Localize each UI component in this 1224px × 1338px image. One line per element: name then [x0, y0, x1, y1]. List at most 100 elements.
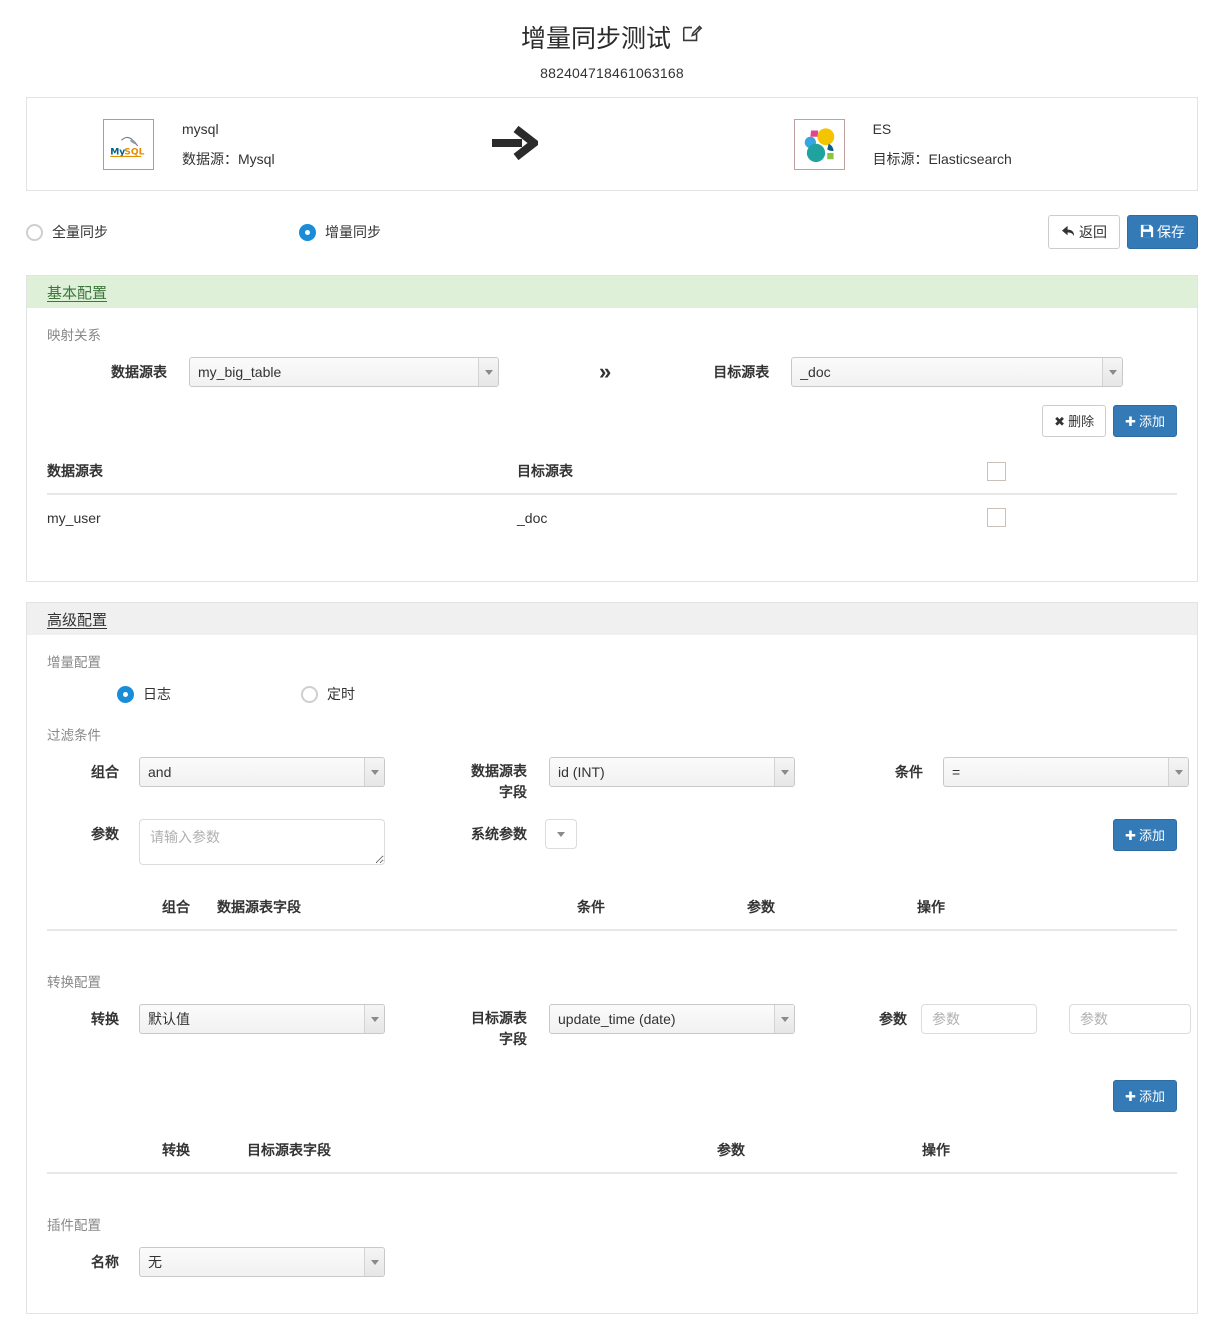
- system-param-dropdown[interactable]: [545, 819, 577, 849]
- col-transform-field: 目标源表字段: [247, 1130, 717, 1174]
- radio-full-sync-label: 全量同步: [52, 224, 108, 240]
- mapping-relation-label: 映射关系: [47, 328, 101, 343]
- select-all-checkbox[interactable]: [987, 461, 1006, 481]
- transform-param-label: 参数: [879, 1011, 907, 1027]
- col-filter-combine: 组合: [47, 887, 217, 931]
- transform-param2-input[interactable]: [1069, 1004, 1191, 1034]
- advanced-config-section: 高级配置 增量配置 日志 定时 过滤条件 组合 and 数据源表 字段 id (…: [26, 602, 1198, 1314]
- col-transform-action: 操作: [922, 1130, 1177, 1174]
- radio-log-circle[interactable]: [117, 685, 134, 703]
- filter-table: 组合 数据源表字段 条件 参数 操作: [47, 887, 1177, 931]
- radio-incremental-sync-circle[interactable]: [299, 223, 316, 241]
- filter-row-1: 组合 and 数据源表 字段 id (INT) 条件 =: [47, 757, 1189, 803]
- cell-source-table: my_user: [47, 509, 101, 526]
- filter-combine-label: 组合: [91, 764, 119, 780]
- source-table-select[interactable]: my_big_table: [189, 357, 499, 387]
- plugin-config-label: 插件配置: [47, 1218, 101, 1233]
- filter-field-select[interactable]: id (INT): [549, 757, 795, 787]
- source-table-label: 数据源表: [111, 364, 167, 380]
- cell-target-table: _doc: [517, 509, 548, 526]
- save-button-label: 保存: [1157, 224, 1185, 240]
- times-icon: ✖: [1054, 413, 1066, 429]
- col-filter-field: 数据源表字段: [217, 887, 577, 931]
- col-filter-condition: 条件: [577, 887, 747, 931]
- col-source-table: 数据源表: [47, 451, 517, 495]
- target-name: ES: [872, 121, 892, 137]
- filter-combine-select[interactable]: and: [139, 757, 385, 787]
- target-table-label: 目标源表: [713, 364, 770, 380]
- incremental-config-label: 增量配置: [47, 655, 101, 670]
- mapping-row: 数据源表 my_big_table » 目标源表 _doc: [47, 357, 1177, 387]
- basic-config-section: 基本配置 映射关系 数据源表 my_big_table » 目标源表 _doc: [26, 275, 1198, 582]
- table-row: my_user _doc: [47, 494, 1177, 541]
- plugin-name-select[interactable]: 无: [139, 1247, 385, 1277]
- target-sub: 目标源：Elasticsearch: [872, 151, 1012, 167]
- mode-action-buttons: 返回 保存: [1048, 215, 1198, 249]
- transform-field-select[interactable]: update_time (date): [549, 1004, 795, 1034]
- plus-icon: ✚: [1125, 413, 1136, 429]
- incremental-radio-group: 日志 定时: [47, 684, 1177, 704]
- basic-config-header: 基本配置: [27, 276, 1197, 308]
- transform-row-1: 转换 默认值 目标源表 字段 update_time (date) 参数 参数 …: [47, 1004, 1191, 1050]
- back-button[interactable]: 返回: [1048, 215, 1120, 249]
- radio-full-sync[interactable]: 全量同步: [26, 222, 108, 242]
- delete-mapping-button[interactable]: ✖ 删除: [1042, 405, 1107, 437]
- back-arrow-icon: [1061, 225, 1076, 240]
- back-button-label: 返回: [1079, 224, 1107, 240]
- plugin-name-label: 名称: [91, 1254, 119, 1270]
- add-filter-label: 添加: [1138, 827, 1165, 843]
- radio-log-label: 日志: [143, 686, 171, 702]
- filter-param-textarea[interactable]: [139, 819, 385, 865]
- save-button[interactable]: 保存: [1127, 215, 1198, 249]
- plus-icon: ✚: [1125, 1088, 1136, 1104]
- radio-scheduled-circle[interactable]: [301, 685, 318, 703]
- radio-log[interactable]: 日志: [117, 684, 171, 704]
- target-endpoint: ES 目标源：Elasticsearch: [793, 114, 1012, 174]
- advanced-config-title: 高级配置: [47, 611, 108, 629]
- filter-condition-label: 过滤条件: [47, 728, 101, 743]
- plugin-row: 名称 无: [47, 1247, 1177, 1277]
- transform-actions: ✚ 添加: [47, 1080, 1177, 1112]
- transform-select[interactable]: 默认值: [139, 1004, 385, 1034]
- advanced-config-header: 高级配置: [27, 603, 1197, 635]
- transform-field-label: 目标源表 字段: [471, 1010, 527, 1047]
- arrow-right-icon: [490, 124, 541, 165]
- delete-mapping-label: 删除: [1068, 413, 1095, 429]
- page-header: 增量同步测试: [0, 0, 1224, 56]
- sync-mode-row: 全量同步 增量同步 返回 保存: [26, 209, 1198, 255]
- source-name: mysql: [182, 121, 219, 137]
- row-checkbox[interactable]: [987, 508, 1006, 527]
- edit-pencil-icon[interactable]: [681, 23, 703, 48]
- target-table-select[interactable]: _doc: [791, 357, 1124, 387]
- add-transform-button[interactable]: ✚ 添加: [1113, 1080, 1177, 1112]
- system-param-label: 系统参数: [471, 826, 527, 842]
- elasticsearch-logo: [793, 118, 845, 170]
- table-header-row: 组合 数据源表字段 条件 参数 操作: [47, 887, 1177, 931]
- source-sub: 数据源：Mysql: [182, 151, 275, 167]
- page-root: 增量同步测试 882404718461063168 My SQL mysql 数…: [0, 0, 1224, 1338]
- mysql-logo: My SQL: [103, 118, 154, 170]
- filter-row-2: 参数 系统参数 ✚ 添加: [47, 819, 1177, 865]
- svg-text:SQL: SQL: [124, 147, 144, 157]
- filter-condition-select[interactable]: =: [943, 757, 1189, 787]
- add-mapping-label: 添加: [1138, 413, 1165, 429]
- cell-row-checkbox: [987, 494, 1177, 541]
- transform-table: 转换 目标源表字段 参数 操作: [47, 1130, 1177, 1174]
- filter-field-label: 数据源表 字段: [471, 763, 527, 800]
- filter-param-label: 参数: [91, 826, 119, 842]
- add-filter-button[interactable]: ✚ 添加: [1113, 819, 1177, 851]
- col-select-all: [987, 451, 1177, 495]
- radio-incremental-sync[interactable]: 增量同步: [299, 222, 381, 242]
- radio-incremental-sync-label: 增量同步: [325, 224, 381, 240]
- plus-icon: ✚: [1125, 827, 1136, 843]
- add-transform-label: 添加: [1138, 1088, 1165, 1104]
- basic-config-title: 基本配置: [47, 284, 108, 302]
- add-mapping-button[interactable]: ✚ 添加: [1113, 405, 1177, 437]
- mapping-table: 数据源表 目标源表 my_user _doc: [47, 451, 1177, 541]
- transform-param1-input[interactable]: [921, 1004, 1037, 1034]
- radio-full-sync-circle[interactable]: [26, 223, 43, 241]
- radio-scheduled[interactable]: 定时: [301, 684, 355, 704]
- col-target-table: 目标源表: [517, 451, 987, 495]
- page-title: 增量同步测试: [520, 25, 671, 53]
- col-filter-param: 参数: [747, 887, 917, 931]
